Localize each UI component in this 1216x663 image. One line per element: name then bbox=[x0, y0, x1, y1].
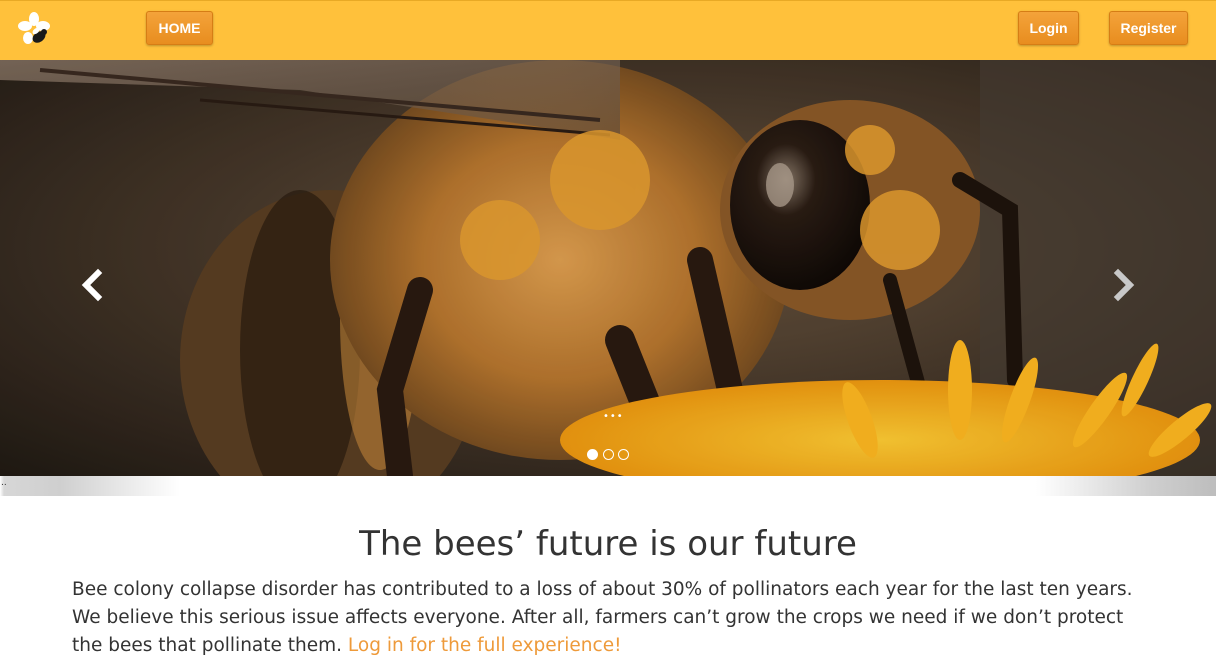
login-cta-link[interactable]: Log in for the full experience! bbox=[348, 635, 622, 656]
carousel-next-button[interactable] bbox=[1104, 265, 1144, 305]
chevron-right-icon bbox=[1113, 268, 1135, 302]
bee-flower-logo-icon[interactable] bbox=[17, 11, 53, 51]
carousel-caption: ••• bbox=[603, 411, 624, 422]
carousel-indicator-2[interactable] bbox=[603, 449, 614, 460]
chevron-left-icon bbox=[81, 268, 103, 302]
carousel-indicator-1[interactable] bbox=[587, 449, 598, 460]
top-navbar: HOME Login Register bbox=[0, 0, 1216, 60]
carousel-indicators bbox=[586, 448, 634, 462]
page-heading: The bees’ future is our future bbox=[359, 524, 857, 564]
carousel-indicator-3[interactable] bbox=[618, 449, 629, 460]
intro-paragraph: Bee colony collapse disorder has contrib… bbox=[72, 576, 1152, 660]
shadow-mark: .. bbox=[1, 478, 7, 488]
home-button[interactable]: HOME bbox=[146, 11, 213, 45]
register-button[interactable]: Register bbox=[1109, 11, 1188, 45]
carousel-shadow bbox=[0, 476, 1216, 496]
login-button[interactable]: Login bbox=[1018, 11, 1079, 45]
carousel-prev-button[interactable] bbox=[72, 265, 112, 305]
hero-carousel: ••• bbox=[0, 60, 1216, 476]
